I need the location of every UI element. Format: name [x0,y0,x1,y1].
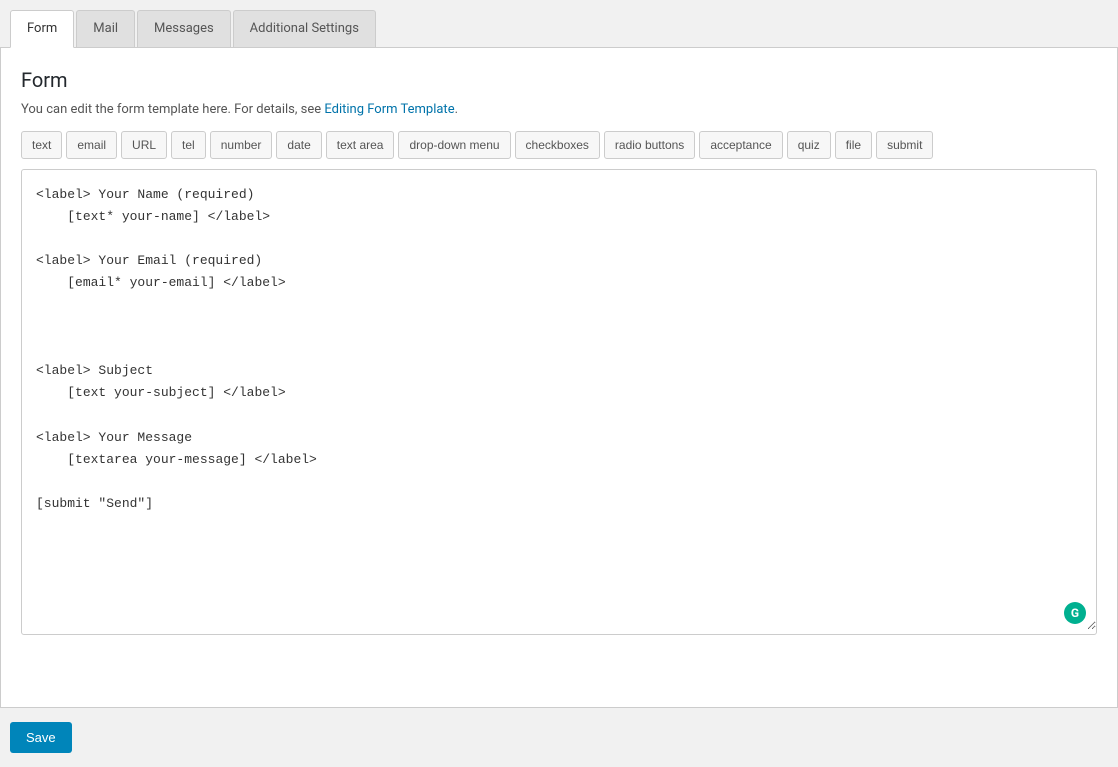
tag-buttons-bar: textemailURLtelnumberdatetext areadrop-d… [21,131,1097,159]
grammarly-icon[interactable]: G [1064,602,1086,624]
tag-btn-date[interactable]: date [276,131,321,159]
tag-btn-tel[interactable]: tel [171,131,206,159]
tag-btn-file[interactable]: file [835,131,872,159]
tab-form[interactable]: Form [10,10,74,48]
tab-mail[interactable]: Mail [76,10,135,47]
save-button[interactable]: Save [10,722,72,753]
tag-btn-drop-down-menu[interactable]: drop-down menu [398,131,510,159]
form-section-title: Form [21,68,1097,92]
tag-btn-submit[interactable]: submit [876,131,933,159]
tag-btn-quiz[interactable]: quiz [787,131,831,159]
content-area: Form You can edit the form template here… [0,48,1118,708]
tag-btn-number[interactable]: number [210,131,273,159]
tab-messages[interactable]: Messages [137,10,231,47]
tag-btn-email[interactable]: email [66,131,117,159]
editing-form-template-link[interactable]: Editing Form Template [324,102,454,117]
tab-additional-settings[interactable]: Additional Settings [233,10,376,47]
tag-btn-radio-buttons[interactable]: radio buttons [604,131,695,159]
save-bar: Save [0,708,1118,767]
page-wrapper: Form Mail Messages Additional Settings F… [0,0,1118,767]
form-description-text: You can edit the form template here. For… [21,102,324,117]
tabs-bar: Form Mail Messages Additional Settings [0,10,1118,48]
form-description: You can edit the form template here. For… [21,102,1097,117]
form-editor[interactable] [22,170,1096,630]
tag-btn-acceptance[interactable]: acceptance [699,131,782,159]
tag-btn-text-area[interactable]: text area [326,131,395,159]
form-description-period: . [455,102,458,117]
tag-btn-checkboxes[interactable]: checkboxes [515,131,600,159]
form-editor-wrapper: G [21,169,1097,635]
tag-btn-text[interactable]: text [21,131,62,159]
tag-btn-URL[interactable]: URL [121,131,167,159]
